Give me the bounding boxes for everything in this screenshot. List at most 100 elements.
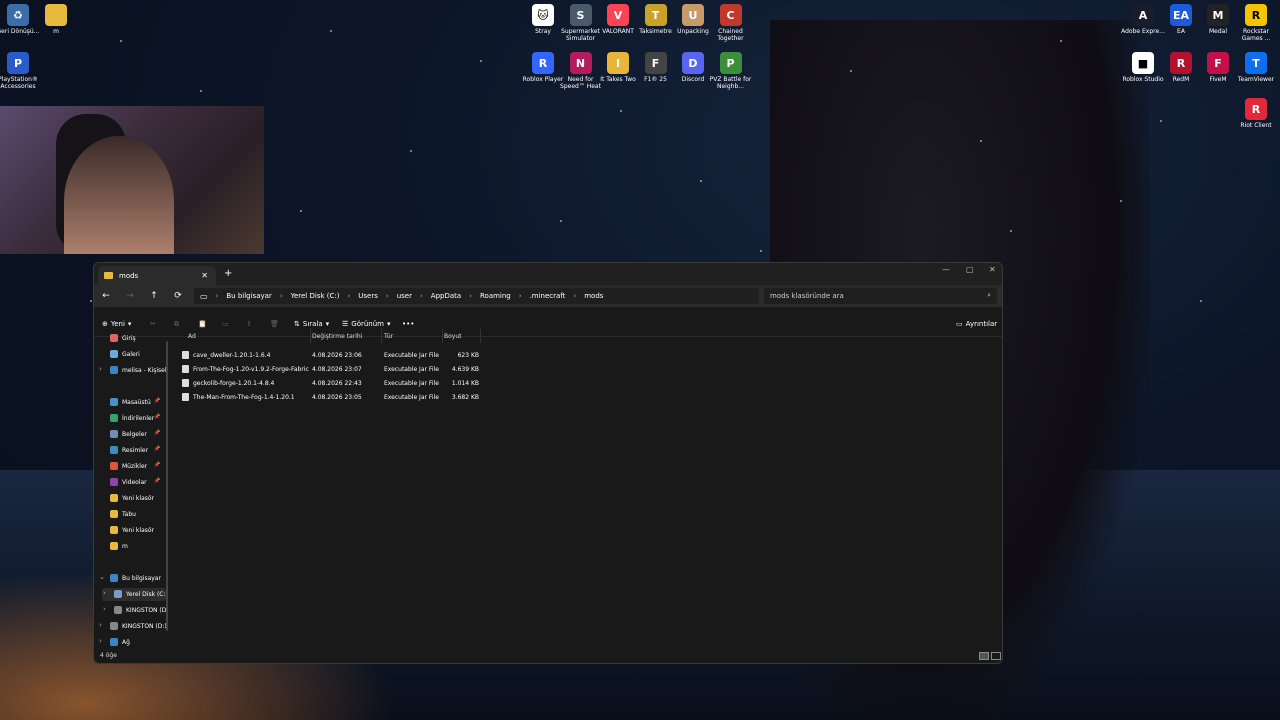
copy-icon[interactable]: ⧉ (174, 320, 179, 329)
folder-icon (104, 272, 113, 279)
sidebar-item[interactable]: Giriş (110, 334, 136, 342)
file-list: Ad Değiştirme tarihi Tür Boyut cave_dwel… (174, 329, 1002, 655)
file-row[interactable]: The-Man-From-The-Fog-1.4-1.20.1 4.08.2026… (182, 391, 482, 403)
close-window-icon[interactable]: ✕ (989, 265, 996, 274)
breadcrumb-item[interactable]: mods (584, 292, 603, 300)
desktop-icon[interactable]: T TeamViewer (1233, 52, 1279, 83)
desktop-icon[interactable]: m (33, 4, 79, 35)
pin-icon[interactable]: 📌 (154, 478, 160, 484)
column-header-size[interactable]: Boyut (444, 333, 462, 340)
sidebar-item[interactable]: melisa - Kişisel (110, 366, 167, 374)
app-icon: T (1245, 52, 1267, 74)
back-button[interactable]: ← (94, 291, 118, 301)
pin-icon[interactable]: 📌 (154, 446, 160, 452)
jar-file-icon (182, 365, 189, 373)
column-header-type[interactable]: Tür (384, 333, 393, 340)
sidebar-item[interactable]: Belgeler (110, 430, 147, 438)
sidebar-item[interactable]: m (110, 542, 128, 550)
sidebar-item[interactable]: Galeri (110, 350, 140, 358)
sidebar-item[interactable]: Tabu (110, 510, 136, 518)
pin-icon[interactable]: 📌 (154, 430, 160, 436)
new-tab-button[interactable]: + (224, 268, 232, 279)
chevron-right-icon[interactable]: › (99, 637, 102, 645)
desktop-icon[interactable]: C Chained Together (708, 4, 754, 42)
sidebar-item[interactable]: Yeni klasör (110, 494, 154, 502)
webcam-overlay (0, 106, 264, 254)
breadcrumb-item[interactable]: Bu bilgisayar (226, 292, 271, 300)
more-options-button[interactable]: ••• (402, 320, 414, 328)
sidebar-item[interactable]: KINGSTON (D: (114, 606, 168, 614)
sidebar-item[interactable]: Yeni klasör (110, 526, 154, 534)
column-header-date[interactable]: Değiştirme tarihi (312, 333, 362, 340)
chevron-right-icon: › (215, 292, 219, 300)
view-button[interactable]: ☰ Görünüm ▾ (342, 320, 391, 328)
sidebar-scrollbar[interactable] (166, 341, 168, 631)
search-icon[interactable]: ⌕ (987, 291, 991, 300)
chevron-right-icon[interactable]: › (103, 605, 106, 613)
sidebar-item-label: Ağ (122, 638, 130, 646)
details-view-icon[interactable] (979, 652, 989, 660)
pin-icon[interactable]: 📌 (154, 462, 160, 468)
breadcrumb-item[interactable]: Roaming (480, 292, 511, 300)
jar-file-icon (182, 379, 189, 387)
refresh-button[interactable]: ⟳ (166, 291, 190, 301)
star (330, 30, 332, 32)
cut-icon[interactable]: ✂ (150, 320, 156, 328)
tiles-view-icon[interactable] (991, 652, 1001, 660)
breadcrumb-item[interactable]: Users (358, 292, 378, 300)
desktop-icon[interactable]: R Riot Client (1233, 98, 1279, 129)
minimize-icon[interactable]: — (942, 265, 950, 274)
desktop-icon[interactable]: P PlayStation® Accessories (0, 52, 41, 90)
sidebar-item-icon (110, 366, 118, 374)
sort-button[interactable]: ⇅ Sırala ▾ (294, 320, 329, 328)
up-button[interactable]: ↑ (142, 291, 166, 301)
app-icon: ♻ (7, 4, 29, 26)
breadcrumb-item[interactable]: AppData (431, 292, 461, 300)
sidebar-item[interactable]: Ağ (110, 638, 130, 646)
star (850, 70, 852, 72)
pin-icon[interactable]: 📌 (154, 398, 160, 404)
window-titlebar[interactable]: mods ✕ + — ▢ ✕ (94, 263, 1002, 285)
sidebar-item[interactable]: Videolar (110, 478, 147, 486)
app-icon: D (682, 52, 704, 74)
sidebar-item[interactable]: Müzikler (110, 462, 147, 470)
chevron-down-icon[interactable]: ⌄ (99, 573, 105, 581)
sidebar-item-icon (110, 494, 118, 502)
sidebar-item[interactable]: KINGSTON (D:) (110, 622, 167, 630)
column-header-name[interactable]: Ad (188, 333, 196, 340)
pin-icon[interactable]: 📌 (154, 414, 160, 420)
file-size: 623 KB (457, 351, 479, 359)
close-tab-icon[interactable]: ✕ (201, 271, 208, 280)
forward-button[interactable]: → (118, 291, 142, 301)
sidebar-item[interactable]: İndirilenler (110, 414, 154, 422)
file-row[interactable]: From-The-Fog-1.20-v1.9.2-Forge-Fabric 4.0… (182, 363, 482, 375)
rename-icon[interactable]: ▭ (222, 320, 229, 328)
breadcrumb-item[interactable]: Yerel Disk (C:) (291, 292, 340, 300)
chevron-right-icon[interactable]: › (103, 589, 106, 597)
paste-icon[interactable]: 📋 (198, 320, 207, 328)
chevron-right-icon[interactable]: › (99, 365, 102, 373)
star (620, 110, 622, 112)
sidebar-item[interactable]: Yerel Disk (C:) (114, 590, 168, 598)
breadcrumb-item[interactable]: user (397, 292, 412, 300)
chevron-right-icon[interactable]: › (99, 621, 102, 629)
tab-mods[interactable]: mods ✕ (98, 266, 216, 285)
file-row[interactable]: geckolib-forge-1.20.1-4.8.4 4.08.2026 22:… (182, 377, 482, 389)
new-button[interactable]: ⊕ Yeni ▾ (102, 320, 131, 328)
breadcrumb-item[interactable]: .minecraft (530, 292, 566, 300)
desktop-icon[interactable]: P PVZ Battle for Neighb... (708, 52, 754, 90)
app-icon: 🐱 (532, 4, 554, 26)
file-row[interactable]: cave_dweller-1.20.1-1.6.4 4.08.2026 23:06… (182, 349, 482, 361)
tab-title: mods (119, 271, 139, 280)
details-button[interactable]: ▭ Ayrıntılar (956, 320, 997, 328)
search-input[interactable]: mods klasöründe ara ⌕ (764, 288, 997, 304)
sidebar-item[interactable]: Resimler (110, 446, 148, 454)
sidebar-item-label: Tabu (122, 510, 136, 518)
address-bar[interactable]: ▭ › Bu bilgisayar › Yerel Disk (C:) › Users ›… (194, 288, 759, 304)
desktop-icon[interactable]: R Rockstar Games ... (1233, 4, 1279, 42)
sidebar-item[interactable]: Bu bilgisayar (110, 574, 161, 582)
delete-icon[interactable]: 🗑 (270, 320, 279, 328)
share-icon[interactable]: ⇪ (246, 320, 252, 328)
sidebar-item[interactable]: Masaüstü (110, 398, 151, 406)
maximize-icon[interactable]: ▢ (966, 265, 974, 274)
